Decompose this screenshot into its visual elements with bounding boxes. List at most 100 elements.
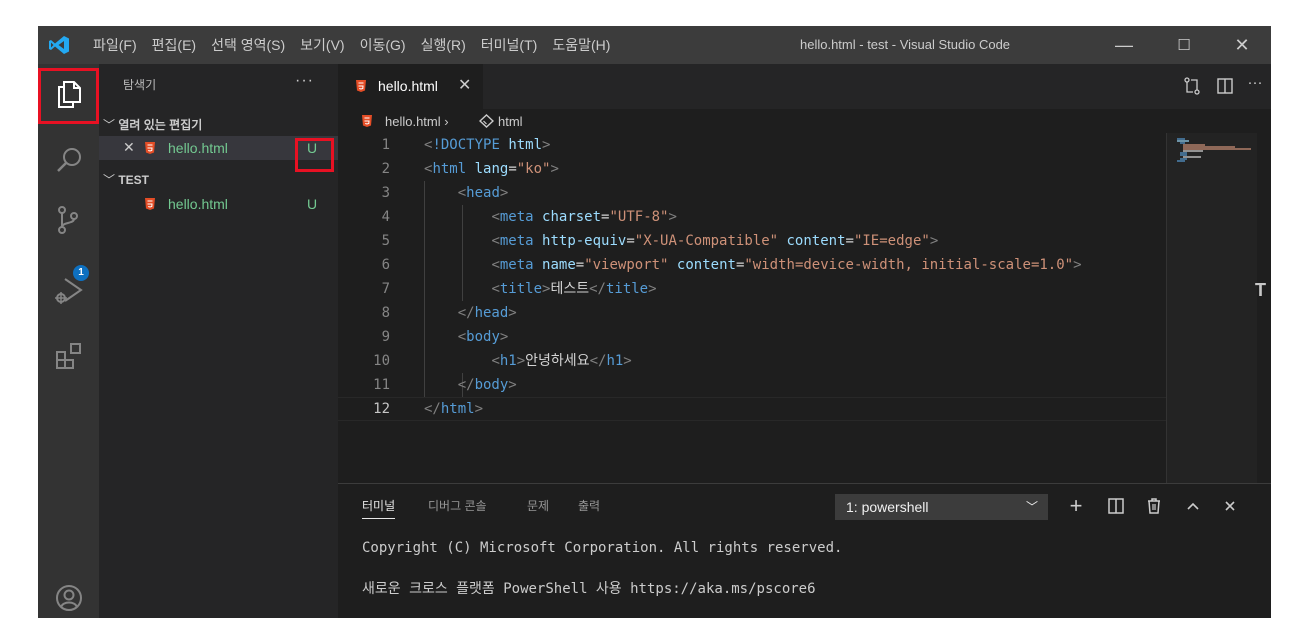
code-line[interactable]: 8 </head> (338, 301, 1166, 325)
line-number: 6 (381, 257, 390, 273)
html5-file-icon (145, 198, 155, 210)
symbol-element-icon (479, 114, 494, 128)
open-changes-icon[interactable] (1182, 77, 1202, 95)
untracked-status-badge: U (307, 196, 318, 212)
annotation-box-status (295, 138, 334, 172)
code-text: <!DOCTYPE html> (424, 137, 551, 153)
code-text: <meta charset="UTF-8"> (491, 209, 677, 225)
vscode-logo-icon (49, 36, 69, 54)
terminal-line: 새로운 크로스 플랫폼 PowerShell 사용 https://aka.ms… (362, 581, 816, 597)
run-debug-icon[interactable] (53, 274, 85, 306)
minimap[interactable] (1166, 133, 1271, 483)
tab-label: hello.html (378, 78, 438, 94)
line-number: 5 (381, 233, 390, 249)
close-panel-icon[interactable] (1218, 494, 1242, 518)
line-number: 10 (373, 353, 390, 369)
tab-hello-html[interactable]: hello.html ✕ (338, 64, 483, 109)
code-text: <title>테스트</title> (491, 281, 657, 297)
menu-go[interactable]: 이동(G) (360, 35, 406, 55)
title-bar: 파일(F) 편집(E) 선택 영역(S) 보기(V) 이동(G) 실행(R) 터… (38, 26, 1271, 64)
code-line[interactable]: 12 </html> (338, 397, 1166, 421)
code-text: </html> (424, 401, 484, 417)
sidebar-more-button[interactable]: ··· (295, 72, 314, 90)
code-line[interactable]: 7 <title>테스트</title> (338, 277, 1166, 301)
close-editor-icon[interactable]: ✕ (123, 139, 135, 156)
line-number: 8 (381, 305, 390, 321)
code-line[interactable]: 5 <meta http-equiv="X-UA-Compatible" con… (338, 229, 1166, 253)
tab-close-icon[interactable]: ✕ (458, 75, 471, 95)
code-text: <h1>안녕하세요</h1> (491, 353, 632, 369)
split-editor-icon[interactable] (1215, 77, 1235, 95)
open-editors-header[interactable]: ﹀ 열려 있는 편집기 (103, 116, 202, 133)
menu-bar: 파일(F) 편집(E) 선택 영역(S) 보기(V) 이동(G) 실행(R) 터… (93, 26, 625, 64)
trash-icon[interactable] (1142, 494, 1166, 518)
activity-bar: 1 (38, 64, 99, 618)
tab-debug-console[interactable]: 디버그 콘솔 (428, 497, 487, 514)
search-icon[interactable] (53, 144, 85, 176)
menu-help[interactable]: 도움말(H) (552, 35, 610, 55)
annotation-box-explorer (38, 68, 99, 124)
line-number: 1 (381, 137, 390, 153)
code-text: <head> (457, 185, 509, 201)
menu-edit[interactable]: 편집(E) (152, 35, 196, 55)
window-title: hello.html - test - Visual Studio Code (800, 37, 1011, 52)
code-line[interactable]: 2 <html lang="ko"> (338, 157, 1166, 181)
code-line[interactable]: 10 <h1>안녕하세요</h1> (338, 349, 1166, 373)
menu-run[interactable]: 실행(R) (421, 35, 466, 55)
html5-file-icon (362, 115, 372, 127)
overview-ruler-marker: T (1255, 280, 1266, 300)
tab-terminal[interactable]: 터미널 (362, 497, 396, 519)
sidebar-title: 탐색기 (123, 78, 157, 92)
menu-terminal[interactable]: 터미널(T) (481, 35, 538, 55)
code-line[interactable]: 9 <body> (338, 325, 1166, 349)
code-line[interactable]: 1 <!DOCTYPE html> (338, 133, 1166, 157)
minimap-preview (1177, 138, 1251, 162)
code-text: <body> (457, 329, 509, 345)
account-icon[interactable] (53, 582, 85, 614)
maximize-panel-icon[interactable] (1181, 494, 1205, 518)
code-line[interactable]: 3 <head> (338, 181, 1166, 205)
maximize-button[interactable]: ☐ (1155, 26, 1213, 64)
line-number: 3 (381, 185, 390, 201)
add-terminal-icon[interactable]: + (1064, 494, 1088, 518)
tab-problems[interactable]: 문제 (527, 497, 549, 514)
line-number: 7 (381, 281, 390, 297)
line-number: 12 (373, 401, 390, 417)
tab-output[interactable]: 출력 (578, 497, 600, 514)
minimap-slider[interactable] (1167, 133, 1257, 483)
bottom-panel: 터미널 디버그 콘솔 문제 출력 1: powershell ﹀ + Copyr… (338, 483, 1271, 618)
code-text: <meta http-equiv="X-UA-Compatible" conte… (491, 233, 939, 249)
menu-file[interactable]: 파일(F) (93, 35, 137, 55)
vscode-window: 파일(F) 편집(E) 선택 영역(S) 보기(V) 이동(G) 실행(R) 터… (38, 26, 1271, 618)
file-tree-item[interactable]: hello.html U (99, 192, 338, 216)
code-text: <html lang="ko"> (424, 161, 559, 177)
source-control-icon[interactable] (53, 204, 85, 236)
chevron-down-icon: ﹀ (103, 118, 119, 132)
chevron-down-icon: ﹀ (1026, 500, 1039, 514)
html5-file-icon (145, 142, 155, 154)
breadcrumb-symbol[interactable]: html (498, 114, 523, 129)
minimize-button[interactable]: — (1095, 26, 1153, 64)
extensions-icon[interactable] (53, 340, 85, 372)
close-window-button[interactable]: ✕ (1213, 26, 1271, 64)
code-line[interactable]: 6 <meta name="viewport" content="width=d… (338, 253, 1166, 277)
code-text: </body> (457, 377, 517, 393)
more-actions-icon[interactable]: ··· (1245, 74, 1265, 92)
code-line[interactable]: 11 </body> (338, 373, 1166, 397)
line-number: 4 (381, 209, 390, 225)
breadcrumb-file[interactable]: hello.html › (385, 114, 449, 129)
split-terminal-icon[interactable] (1104, 494, 1128, 518)
terminal-select[interactable]: 1: powershell ﹀ (835, 494, 1048, 520)
line-number: 2 (381, 161, 390, 177)
code-line[interactable]: 4 <meta charset="UTF-8"> (338, 205, 1166, 229)
breadcrumb: hello.html › html (338, 109, 1271, 133)
folder-header-test[interactable]: ﹀ TEST (103, 171, 149, 188)
menu-selection[interactable]: 선택 영역(S) (211, 35, 285, 55)
code-text: </head> (457, 305, 517, 321)
editor-tab-bar: hello.html ✕ ··· (338, 64, 1271, 109)
code-editor[interactable]: 1 <!DOCTYPE html> 2 <html lang="ko"> 3 <head… (338, 133, 1166, 483)
file-tree-filename: hello.html (168, 196, 228, 212)
code-text: <meta name="viewport" content="width=dev… (491, 257, 1082, 273)
menu-view[interactable]: 보기(V) (300, 35, 344, 55)
line-number: 9 (381, 329, 390, 345)
